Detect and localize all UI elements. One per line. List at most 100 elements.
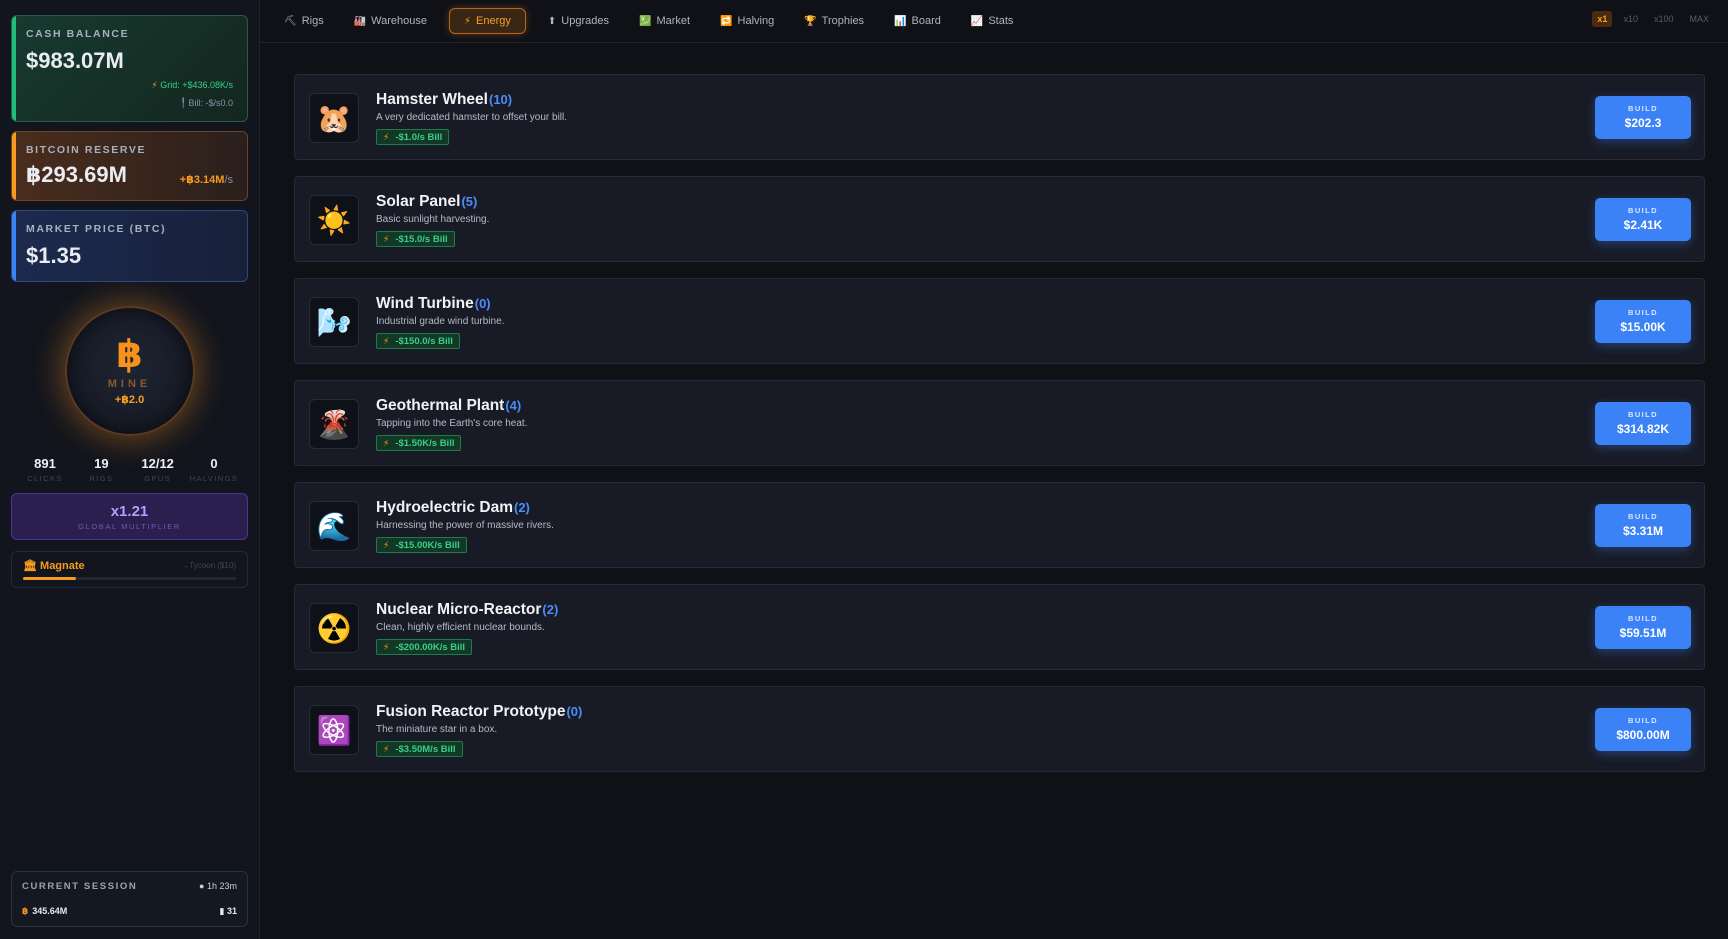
item-count: (2) bbox=[542, 602, 559, 617]
market-price-label: MARKET PRICE (BTC) bbox=[26, 223, 167, 235]
bolt-icon: ⚡ bbox=[383, 131, 390, 142]
bolt-icon: ⚡ bbox=[464, 15, 472, 27]
battery-icon: ▮ bbox=[219, 906, 225, 916]
item-name: Wind Turbine bbox=[376, 295, 474, 312]
bill-badge-text: -$150.0/s Bill bbox=[395, 335, 453, 347]
item-description: The miniature star in a box. bbox=[376, 724, 498, 735]
item-title: Fusion Reactor Prototype(0) bbox=[376, 703, 582, 721]
build-button[interactable]: BUILD $314.82K bbox=[1595, 402, 1691, 445]
build-price: $800.00M bbox=[1616, 728, 1670, 742]
buy-x10-button[interactable]: x10 bbox=[1618, 11, 1643, 27]
tab-label: Warehouse bbox=[371, 15, 428, 27]
cash-balance-value: $983.07M bbox=[26, 48, 124, 73]
buy-x1-button[interactable]: x1 bbox=[1592, 11, 1613, 27]
tab-board[interactable]: 📊 Board bbox=[894, 15, 941, 27]
session-count: ▮ 31 bbox=[220, 906, 237, 917]
item-description: Basic sunlight harvesting. bbox=[376, 214, 490, 225]
counter-label: CLICKS bbox=[27, 474, 63, 483]
top-nav: ⛏ Rigs 🏭 Warehouse ⚡ Energy ⬆ Upgrades 💹 Mark… bbox=[260, 0, 1728, 43]
session-btc-value: 345.64M bbox=[32, 906, 68, 916]
bitcoin-icon: ฿ bbox=[116, 334, 143, 376]
tab-energy[interactable]: ⚡ Energy bbox=[449, 8, 526, 34]
tab-warehouse[interactable]: 🏭 Warehouse bbox=[354, 15, 427, 27]
clock-icon: ● bbox=[199, 881, 205, 891]
list-item: 🌬️ Wind Turbine(0) Industrial grade wind… bbox=[294, 278, 1705, 364]
item-description: Tapping into the Earth's core heat. bbox=[376, 418, 528, 429]
tab-trophies[interactable]: 🏆 Trophies bbox=[804, 15, 864, 27]
item-name: Geothermal Plant bbox=[376, 397, 505, 414]
item-count: (0) bbox=[566, 704, 583, 719]
tab-market[interactable]: 💹 Market bbox=[639, 15, 690, 27]
atom-icon: ⚛️ bbox=[309, 705, 359, 755]
build-button[interactable]: BUILD $800.00M bbox=[1595, 708, 1691, 751]
cash-balance-label: CASH BALANCE bbox=[26, 28, 130, 40]
buy-x100-button[interactable]: x100 bbox=[1649, 11, 1679, 27]
tab-halving[interactable]: 🔁 Halving bbox=[720, 15, 774, 27]
build-label: BUILD bbox=[1628, 410, 1658, 419]
hamster-icon: 🐹 bbox=[309, 93, 359, 143]
bar-chart-icon: 📊 bbox=[894, 15, 907, 27]
item-count: (5) bbox=[461, 194, 478, 209]
tab-upgrades[interactable]: ⬆ Upgrades bbox=[548, 15, 609, 27]
buy-multiplier-group: x1 x10 x100 MAX bbox=[1592, 11, 1714, 27]
multiplier-value: x1.21 bbox=[110, 503, 149, 520]
item-title: Hamster Wheel(10) bbox=[376, 91, 512, 109]
build-button[interactable]: BUILD $202.3 bbox=[1595, 96, 1691, 139]
bolt-icon: ⚡ bbox=[383, 641, 390, 652]
cycle-icon: 🔁 bbox=[720, 15, 733, 27]
tab-rigs[interactable]: ⛏ Rigs bbox=[284, 15, 324, 27]
sun-icon: ☀️ bbox=[309, 195, 359, 245]
bill-badge-text: -$1.50K/s Bill bbox=[395, 437, 455, 449]
build-button[interactable]: BUILD $3.31M bbox=[1595, 504, 1691, 547]
counter-label: HALVINGS bbox=[189, 474, 239, 483]
mine-button[interactable]: ฿ MINE +฿2.0 bbox=[64, 306, 195, 436]
tab-stats[interactable]: 📈 Stats bbox=[971, 15, 1014, 27]
build-button[interactable]: BUILD $59.51M bbox=[1595, 606, 1691, 649]
build-label: BUILD bbox=[1628, 104, 1658, 113]
bolt-icon: ⚡ bbox=[383, 233, 390, 244]
bill-badge-text: -$1.0/s Bill bbox=[395, 131, 443, 143]
factory-icon: 🏭 bbox=[353, 15, 367, 27]
item-name: Hamster Wheel bbox=[376, 91, 488, 108]
bolt-icon: ⚡ bbox=[383, 335, 390, 346]
buy-max-button[interactable]: MAX bbox=[1684, 11, 1714, 27]
sidebar: CASH BALANCE $983.07M ⚡ Grid: +$436.08K/… bbox=[0, 0, 260, 939]
list-item: 🌊 Hydroelectric Dam(2) Harnessing the po… bbox=[294, 482, 1705, 568]
list-item: ☢️ Nuclear Micro-Reactor(2) Clean, highl… bbox=[294, 584, 1705, 670]
current-session: CURRENT SESSION ● 1h 23m ฿ 345.64M ▮ 31 bbox=[11, 871, 248, 927]
global-multiplier: x1.21 GLOBAL MULTIPLIER bbox=[11, 493, 248, 540]
build-label: BUILD bbox=[1628, 716, 1658, 725]
bitcoin-rate-value: +฿3.14M bbox=[179, 174, 225, 186]
build-label: BUILD bbox=[1628, 308, 1658, 317]
counter-label: RIGS bbox=[89, 474, 114, 483]
radioactive-icon: ☢️ bbox=[309, 603, 359, 653]
item-description: Clean, highly efficient nuclear bounds. bbox=[376, 622, 545, 633]
tab-label: Stats bbox=[988, 15, 1014, 27]
bitcoin-rate: +฿3.14M/s bbox=[180, 173, 233, 186]
counter-value: 891 bbox=[34, 456, 56, 471]
counter-value: 0 bbox=[210, 456, 218, 471]
item-title: Solar Panel(5) bbox=[376, 193, 477, 211]
item-title: Nuclear Micro-Reactor(2) bbox=[376, 601, 558, 619]
item-description: A very dedicated hamster to offset your … bbox=[376, 112, 568, 123]
bill-badge: ⚡ -$1.0/s Bill bbox=[376, 129, 450, 145]
cash-balance-card: CASH BALANCE $983.07M ⚡ Grid: +$436.08K/… bbox=[11, 15, 248, 122]
bolt-icon: ⚡ bbox=[151, 80, 158, 90]
build-button[interactable]: BUILD $2.41K bbox=[1595, 198, 1691, 241]
trophy-icon: 🏆 bbox=[804, 15, 817, 27]
grid-income-text: Grid: +$436.08K/s bbox=[160, 80, 233, 90]
item-title: Wind Turbine(0) bbox=[376, 295, 491, 313]
bolt-icon: ⚡ bbox=[383, 437, 390, 448]
counter-gpus: 12/12 GPUS bbox=[130, 456, 186, 483]
rank-progress-bar bbox=[23, 577, 236, 580]
build-price: $314.82K bbox=[1616, 422, 1670, 436]
item-title: Geothermal Plant(4) bbox=[376, 397, 521, 415]
build-button[interactable]: BUILD $15.00K bbox=[1595, 300, 1691, 343]
main-panel: ⛏ Rigs 🏭 Warehouse ⚡ Energy ⬆ Upgrades 💹 Mark… bbox=[260, 0, 1728, 939]
tab-label: Market bbox=[656, 15, 691, 27]
list-item: ⚛️ Fusion Reactor Prototype(0) The minia… bbox=[294, 686, 1705, 772]
item-description: Harnessing the power of massive rivers. bbox=[376, 520, 554, 531]
list-item: 🐹 Hamster Wheel(10) A very dedicated ham… bbox=[294, 74, 1705, 160]
wave-icon: 🌊 bbox=[309, 501, 359, 551]
market-price-value: $1.35 bbox=[26, 243, 82, 268]
